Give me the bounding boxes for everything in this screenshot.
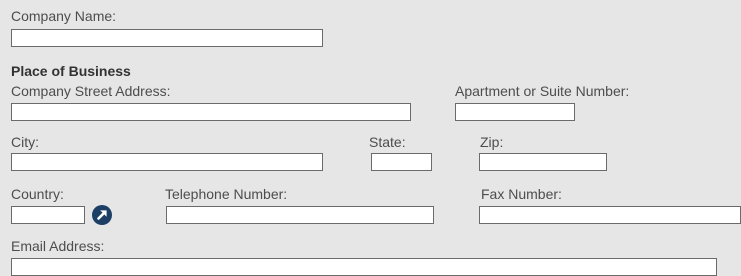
company-name-label: Company Name:	[11, 8, 117, 24]
fax-number-label: Fax Number:	[481, 186, 562, 202]
zip-input[interactable]	[479, 153, 607, 171]
state-label: State:	[369, 134, 406, 150]
country-input[interactable]	[11, 206, 85, 224]
zip-label: Zip:	[480, 134, 504, 150]
city-input[interactable]	[11, 153, 323, 171]
country-lookup-icon[interactable]	[92, 205, 112, 225]
email-address-label: Email Address:	[11, 238, 105, 254]
email-address-input[interactable]	[11, 258, 717, 276]
place-of-business-heading: Place of Business	[11, 63, 131, 79]
city-label: City:	[11, 134, 39, 150]
street-address-input[interactable]	[11, 103, 411, 121]
fax-number-input[interactable]	[479, 206, 741, 224]
company-name-input[interactable]	[11, 29, 323, 47]
state-input[interactable]	[371, 153, 432, 171]
street-address-label: Company Street Address:	[11, 83, 171, 99]
suite-number-label: Apartment or Suite Number:	[455, 83, 630, 99]
country-label: Country:	[11, 186, 64, 202]
telephone-number-label: Telephone Number:	[165, 186, 288, 202]
telephone-number-input[interactable]	[166, 206, 434, 224]
suite-number-input[interactable]	[455, 103, 575, 121]
